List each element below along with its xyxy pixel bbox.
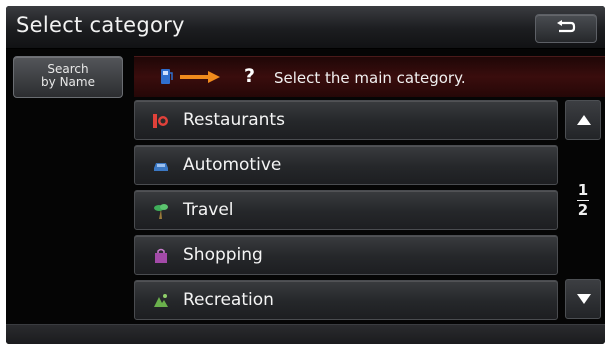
back-button[interactable] — [535, 14, 597, 43]
return-arrow-icon — [557, 20, 576, 33]
category-label: Restaurants — [183, 110, 285, 130]
title-bar: Select category — [6, 6, 605, 49]
fuel-pump-icon — [161, 69, 173, 84]
current-page: 1 — [577, 181, 589, 199]
category-label: Automotive — [183, 155, 282, 175]
bottom-status-bar — [6, 324, 605, 344]
category-item-restaurants[interactable]: Restaurants — [134, 100, 558, 140]
search-by-name-line2: by Name — [41, 75, 95, 89]
total-pages: 2 — [577, 201, 589, 219]
search-by-name-button[interactable]: Search by Name — [13, 56, 123, 98]
restaurant-icon — [153, 114, 168, 128]
category-label: Travel — [183, 200, 234, 220]
category-label: Shopping — [183, 245, 263, 265]
palm-tree-icon — [154, 204, 168, 219]
search-by-name-line1: Search — [47, 62, 89, 76]
triangle-up-icon — [577, 115, 591, 125]
shopping-bag-icon — [155, 248, 167, 263]
scroll-up-button[interactable] — [565, 100, 601, 140]
category-item-travel[interactable]: Travel — [134, 190, 558, 230]
recreation-icon — [154, 294, 168, 307]
navigation-screen: Select category Search by Name ? Select … — [6, 6, 605, 344]
category-item-recreation[interactable]: Recreation — [134, 280, 558, 320]
question-mark: ? — [244, 65, 256, 87]
prompt-text: Select the main category. — [274, 69, 466, 87]
category-item-automotive[interactable]: Automotive — [134, 145, 558, 185]
prompt-bar: ? Select the main category. — [134, 56, 605, 97]
category-label: Recreation — [183, 290, 274, 310]
triangle-down-icon — [577, 294, 591, 304]
car-icon — [154, 163, 168, 171]
page-title: Select category — [16, 13, 185, 37]
scroll-down-button[interactable] — [565, 279, 601, 319]
arrow-right-icon — [180, 71, 220, 83]
category-item-shopping[interactable]: Shopping — [134, 235, 558, 275]
page-indicator: 1 2 — [565, 182, 601, 219]
